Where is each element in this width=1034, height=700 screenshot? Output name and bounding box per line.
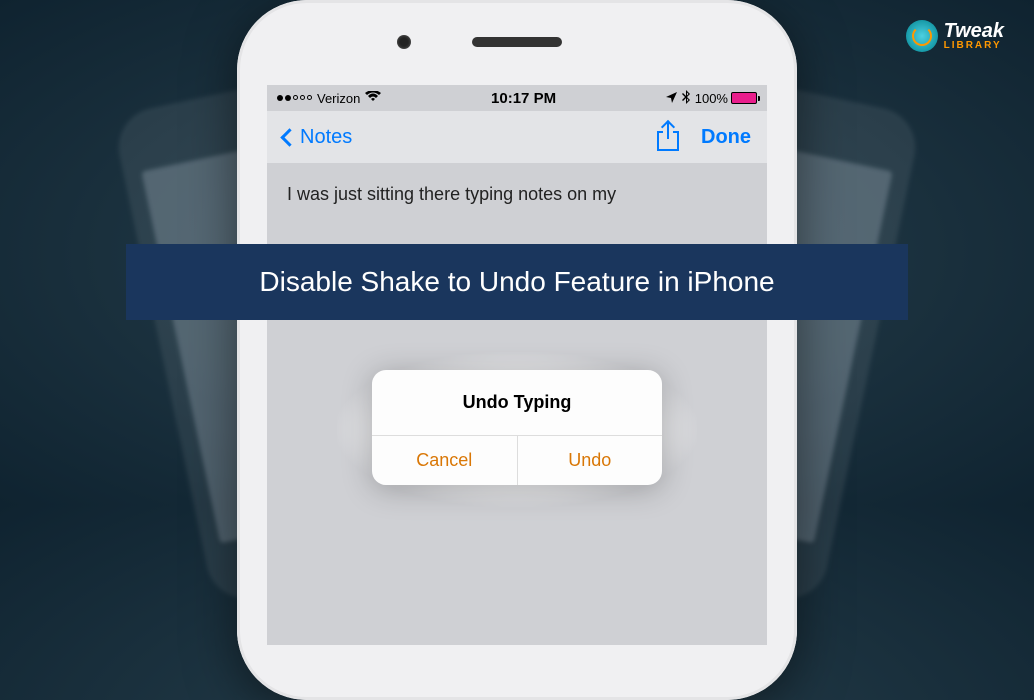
brand-logo: Tweak LIBRARY xyxy=(906,20,1004,52)
battery-icon xyxy=(731,92,757,104)
banner-title: Disable Shake to Undo Feature in iPhone xyxy=(156,266,878,298)
dialog-title: Undo Typing xyxy=(372,370,662,435)
battery-percent: 100% xyxy=(695,91,728,106)
brand-icon xyxy=(906,20,938,52)
share-box-icon xyxy=(657,133,679,151)
back-label: Notes xyxy=(300,126,352,149)
chevron-left-icon xyxy=(280,128,298,146)
navigation-bar: Notes Done xyxy=(267,111,767,163)
back-button[interactable]: Notes xyxy=(283,126,352,149)
location-icon xyxy=(666,91,677,106)
wifi-icon xyxy=(365,91,381,106)
carrier-label: Verizon xyxy=(317,91,360,106)
cancel-button[interactable]: Cancel xyxy=(372,436,518,485)
phone-speaker xyxy=(472,37,562,47)
status-time: 10:17 PM xyxy=(491,90,556,107)
note-text[interactable]: I was just sitting there typing notes on… xyxy=(267,163,767,226)
undo-button[interactable]: Undo xyxy=(518,436,663,485)
title-banner: Disable Shake to Undo Feature in iPhone xyxy=(126,244,908,320)
brand-sub: LIBRARY xyxy=(944,41,1004,51)
share-button[interactable] xyxy=(657,123,679,151)
battery-indicator: 100% xyxy=(695,91,757,106)
brand-name: Tweak xyxy=(944,21,1004,41)
done-button[interactable]: Done xyxy=(701,126,751,149)
phone-camera xyxy=(397,35,411,49)
status-bar: Verizon 10:17 PM 100% xyxy=(267,85,767,111)
iphone-frame: Verizon 10:17 PM 100% xyxy=(237,0,797,700)
undo-dialog: Undo Typing Cancel Undo xyxy=(372,370,662,485)
bluetooth-icon xyxy=(682,90,690,107)
signal-strength-icon xyxy=(277,95,312,101)
